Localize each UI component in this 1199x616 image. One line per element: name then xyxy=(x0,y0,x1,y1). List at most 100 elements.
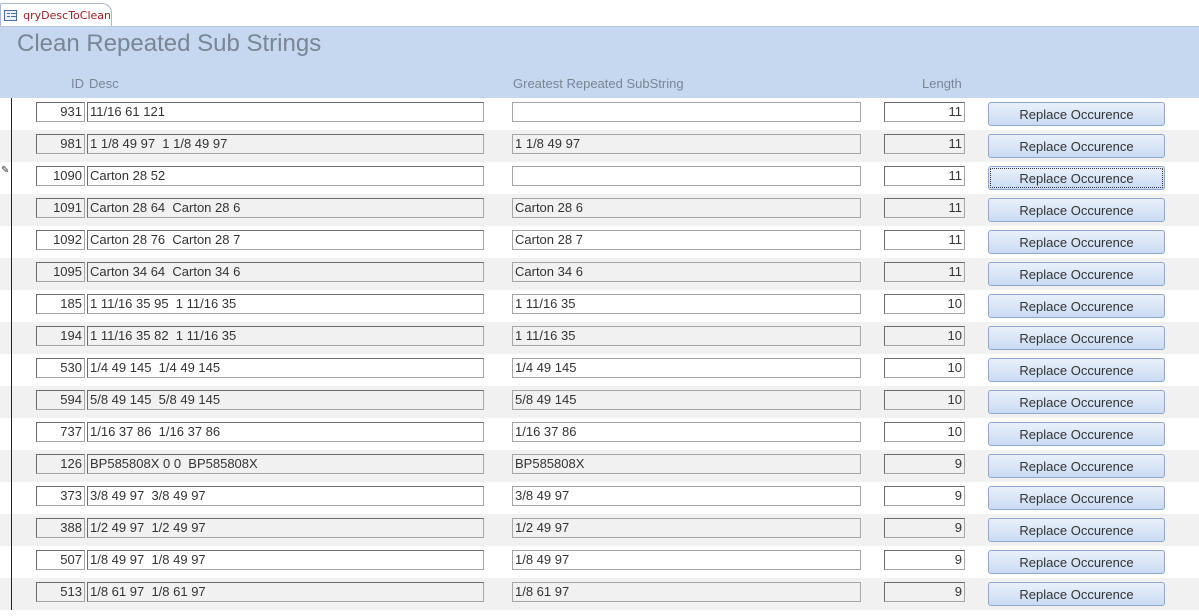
replace-occurence-button[interactable]: Replace Occurence xyxy=(988,582,1165,606)
id-field[interactable]: 185 xyxy=(36,294,85,314)
record-selector[interactable] xyxy=(0,226,12,258)
substring-field[interactable]: 1/8 61 97 xyxy=(512,582,861,602)
length-field[interactable]: 11 xyxy=(884,198,965,218)
substring-field[interactable]: Carton 28 6 xyxy=(512,198,861,218)
substring-field[interactable]: BP585808X xyxy=(512,454,861,474)
id-field[interactable]: 737 xyxy=(36,422,85,442)
length-field[interactable]: 10 xyxy=(884,358,965,378)
replace-occurence-button[interactable]: Replace Occurence xyxy=(988,422,1165,446)
id-field[interactable]: 530 xyxy=(36,358,85,378)
record-selector[interactable] xyxy=(0,514,12,546)
replace-occurence-button[interactable]: Replace Occurence xyxy=(988,198,1165,222)
length-field[interactable]: 11 xyxy=(884,102,965,122)
substring-field[interactable]: 1/2 49 97 xyxy=(512,518,861,538)
replace-occurence-button[interactable]: Replace Occurence xyxy=(988,390,1165,414)
desc-field[interactable]: 1/8 49 97 1/8 49 97 xyxy=(87,550,484,570)
replace-occurence-button[interactable]: Replace Occurence xyxy=(988,326,1165,350)
length-field[interactable]: 10 xyxy=(884,326,965,346)
desc-field[interactable]: 1/2 49 97 1/2 49 97 xyxy=(87,518,484,538)
desc-field[interactable]: 1/4 49 145 1/4 49 145 xyxy=(87,358,484,378)
id-field[interactable]: 1090 xyxy=(36,166,85,186)
length-field[interactable]: 9 xyxy=(884,454,965,474)
id-field[interactable]: 194 xyxy=(36,326,85,346)
record-selector[interactable] xyxy=(0,194,12,226)
substring-field[interactable]: 1/4 49 145 xyxy=(512,358,861,378)
replace-occurence-button[interactable]: Replace Occurence xyxy=(988,454,1165,478)
replace-occurence-button[interactable]: Replace Occurence xyxy=(988,550,1165,574)
substring-field[interactable]: 1/8 49 97 xyxy=(512,550,861,570)
length-field[interactable]: 9 xyxy=(884,486,965,506)
substring-field[interactable]: 1 11/16 35 xyxy=(512,326,861,346)
desc-field[interactable]: 3/8 49 97 3/8 49 97 xyxy=(87,486,484,506)
substring-field[interactable]: 1/16 37 86 xyxy=(512,422,861,442)
replace-occurence-button[interactable]: Replace Occurence xyxy=(988,134,1165,158)
desc-field[interactable]: 1 11/16 35 95 1 11/16 35 xyxy=(87,294,484,314)
substring-field[interactable] xyxy=(512,166,861,186)
substring-field[interactable] xyxy=(512,102,861,122)
desc-field[interactable]: BP585808X 0 0 BP585808X xyxy=(87,454,484,474)
desc-field[interactable]: 5/8 49 145 5/8 49 145 xyxy=(87,390,484,410)
replace-occurence-button[interactable]: Replace Occurence xyxy=(988,230,1165,254)
replace-occurence-button[interactable]: Replace Occurence xyxy=(988,294,1165,318)
length-field[interactable]: 9 xyxy=(884,550,965,570)
record-selector[interactable] xyxy=(0,450,12,482)
record-selector[interactable] xyxy=(0,578,12,610)
length-field[interactable]: 11 xyxy=(884,230,965,250)
length-field[interactable]: 10 xyxy=(884,422,965,442)
desc-field[interactable]: Carton 28 76 Carton 28 7 xyxy=(87,230,484,250)
id-field[interactable]: 981 xyxy=(36,134,85,154)
length-field[interactable]: 9 xyxy=(884,518,965,538)
record-selector[interactable] xyxy=(0,482,12,514)
replace-occurence-button[interactable]: Replace Occurence xyxy=(988,486,1165,510)
record-selector[interactable] xyxy=(0,258,12,290)
record-selector[interactable] xyxy=(0,322,12,354)
record-selector[interactable] xyxy=(0,98,12,130)
desc-field[interactable]: 1/8 61 97 1/8 61 97 xyxy=(87,582,484,602)
id-field[interactable]: 507 xyxy=(36,550,85,570)
replace-occurence-button[interactable]: Replace Occurence xyxy=(988,518,1165,542)
id-field[interactable]: 513 xyxy=(36,582,85,602)
id-field[interactable]: 388 xyxy=(36,518,85,538)
table-row: 594 5/8 49 145 5/8 49 145 5/8 49 145 10 Repl… xyxy=(0,386,1199,418)
id-field[interactable]: 1092 xyxy=(36,230,85,250)
replace-occurence-button[interactable]: Replace Occurence xyxy=(988,358,1165,382)
substring-field[interactable]: Carton 34 6 xyxy=(512,262,861,282)
length-field[interactable]: 10 xyxy=(884,390,965,410)
record-selector[interactable] xyxy=(0,418,12,450)
substring-field[interactable]: 3/8 49 97 xyxy=(512,486,861,506)
length-field[interactable]: 11 xyxy=(884,134,965,154)
substring-field[interactable]: Carton 28 7 xyxy=(512,230,861,250)
substring-field[interactable]: 5/8 49 145 xyxy=(512,390,861,410)
desc-field[interactable]: Carton 34 64 Carton 34 6 xyxy=(87,262,484,282)
replace-occurence-button[interactable]: Replace Occurence xyxy=(988,102,1165,126)
document-tab[interactable]: qryDescToClean xyxy=(0,3,112,27)
id-field[interactable]: 126 xyxy=(36,454,85,474)
substring-field[interactable]: 1 11/16 35 xyxy=(512,294,861,314)
length-field[interactable]: 11 xyxy=(884,262,965,282)
length-field[interactable]: 9 xyxy=(884,582,965,602)
record-selector[interactable] xyxy=(0,354,12,386)
replace-occurence-button[interactable]: Replace Occurence xyxy=(988,262,1165,286)
id-field[interactable]: 1091 xyxy=(36,198,85,218)
replace-occurence-button[interactable]: Replace Occurence xyxy=(988,166,1165,190)
id-field[interactable]: 594 xyxy=(36,390,85,410)
table-row: 507 1/8 49 97 1/8 49 97 1/8 49 97 9 Replace … xyxy=(0,546,1199,578)
id-field[interactable]: 931 xyxy=(36,102,85,122)
length-field[interactable]: 10 xyxy=(884,294,965,314)
desc-field[interactable]: 1 1/8 49 97 1 1/8 49 97 xyxy=(87,134,484,154)
record-selector[interactable]: ✎ xyxy=(0,162,12,194)
record-selector[interactable] xyxy=(0,290,12,322)
desc-field[interactable]: 1/16 37 86 1/16 37 86 xyxy=(87,422,484,442)
length-field[interactable]: 11 xyxy=(884,166,965,186)
desc-field[interactable]: 11/16 61 121 xyxy=(87,102,484,122)
record-selector[interactable] xyxy=(0,130,12,162)
desc-field[interactable]: 1 11/16 35 82 1 11/16 35 xyxy=(87,326,484,346)
substring-field[interactable]: 1 1/8 49 97 xyxy=(512,134,861,154)
record-selector[interactable] xyxy=(0,546,12,578)
column-header-id: ID xyxy=(71,76,84,91)
desc-field[interactable]: Carton 28 52 xyxy=(87,166,484,186)
desc-field[interactable]: Carton 28 64 Carton 28 6 xyxy=(87,198,484,218)
id-field[interactable]: 373 xyxy=(36,486,85,506)
id-field[interactable]: 1095 xyxy=(36,262,85,282)
record-selector[interactable] xyxy=(0,386,12,418)
